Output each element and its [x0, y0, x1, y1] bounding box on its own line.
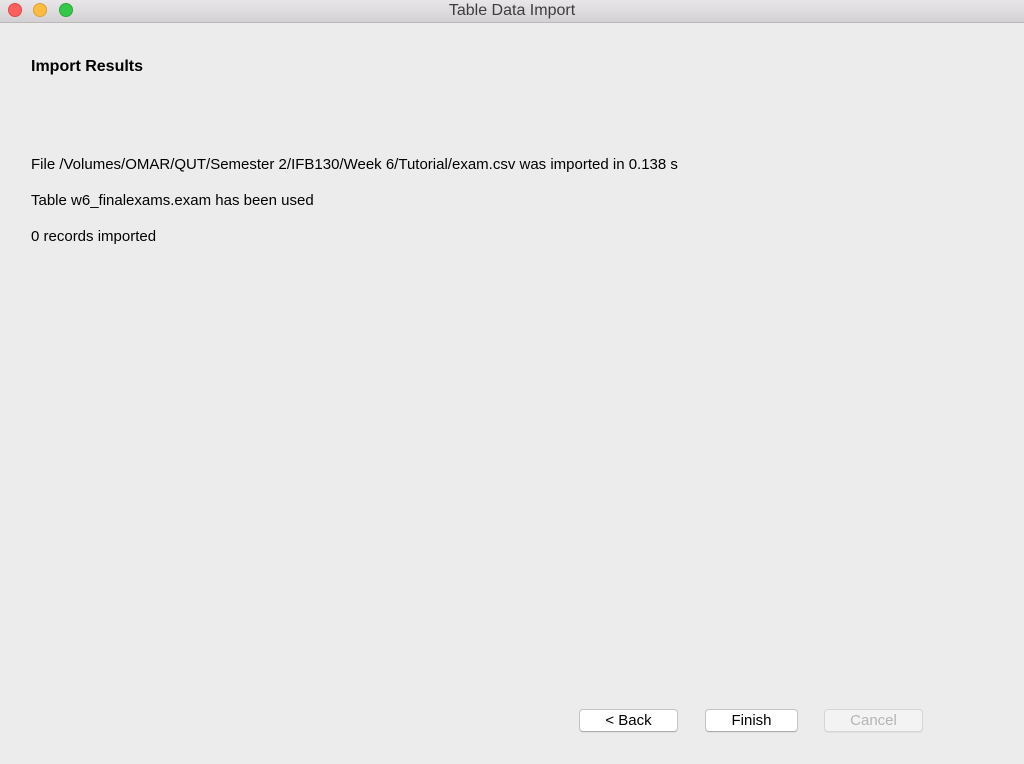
import-file-message: File /Volumes/OMAR/QUT/Semester 2/IFB130… [31, 156, 678, 173]
back-button[interactable]: < Back [579, 709, 678, 732]
title-bar[interactable]: Table Data Import [0, 0, 1024, 23]
records-imported-message: 0 records imported [31, 228, 157, 245]
cancel-button: Cancel [824, 709, 923, 732]
finish-button[interactable]: Finish [705, 709, 798, 732]
table-used-message: Table w6_finalexams.exam has been used [31, 192, 314, 209]
page-heading: Import Results [31, 58, 144, 75]
import-wizard-window: Table Data Import Import Results File /V… [0, 0, 1024, 764]
window-title: Table Data Import [448, 2, 576, 19]
